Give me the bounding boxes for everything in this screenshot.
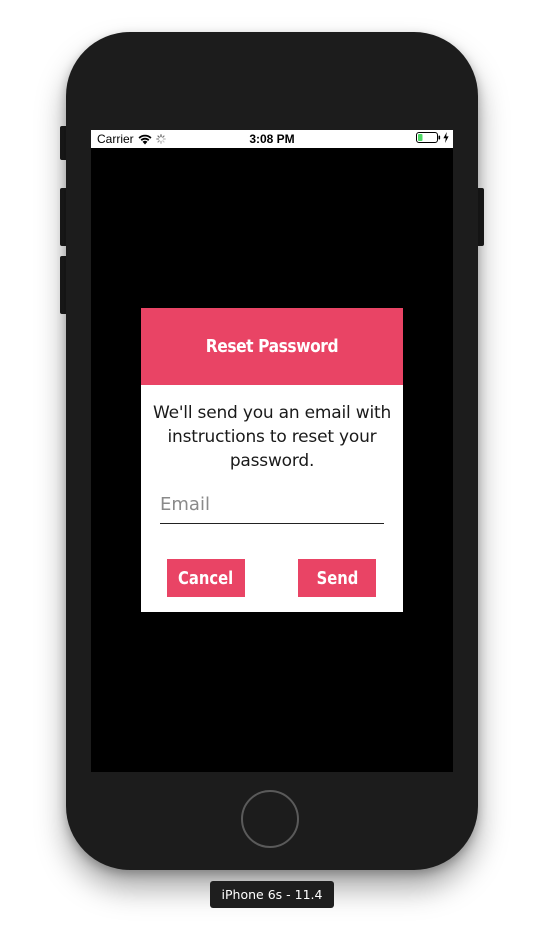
home-button[interactable] (241, 790, 299, 848)
dialog-message: We'll send you an email with instruction… (152, 403, 392, 471)
cancel-button[interactable]: Cancel (167, 559, 245, 597)
battery-icon (416, 130, 441, 148)
email-field[interactable] (160, 488, 384, 524)
send-button[interactable]: Send (298, 559, 376, 597)
status-time: 3:08 PM (249, 132, 295, 146)
battery-group (416, 130, 449, 148)
reset-password-dialog: Reset Password We'll send you an email w… (141, 308, 403, 612)
simulator-stage: Carrier 3:08 PM Reset Password We'll sen… (0, 0, 544, 950)
charging-bolt-icon (443, 130, 449, 148)
status-bar: Carrier 3:08 PM (91, 130, 453, 148)
phone-screen: Carrier 3:08 PM Reset Password We'll sen… (91, 130, 453, 772)
send-button-label: Send (316, 567, 358, 589)
cancel-button-label: Cancel (178, 567, 234, 589)
dialog-title: Reset Password (205, 336, 339, 357)
dialog-header: Reset Password (141, 308, 403, 385)
device-label: iPhone 6s - 11.4 (210, 881, 334, 908)
